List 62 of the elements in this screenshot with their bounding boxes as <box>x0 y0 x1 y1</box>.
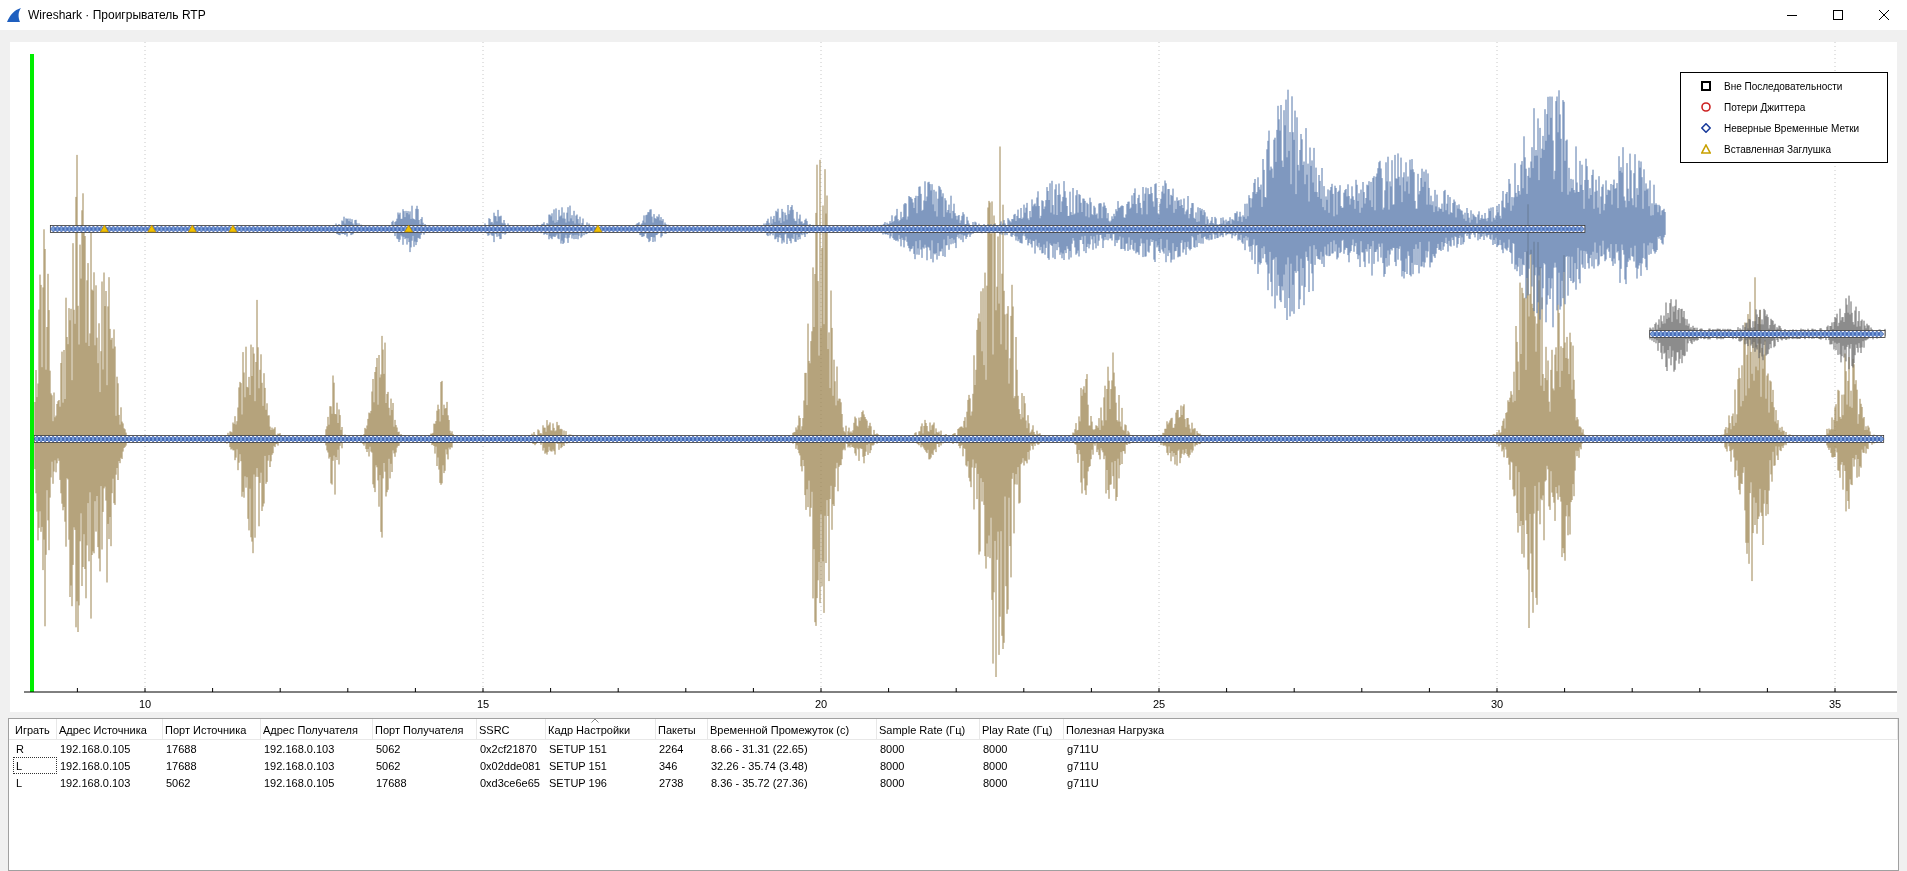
table-cell-text: g711U <box>1066 776 1100 791</box>
table-cell-text: 8000 <box>982 776 1009 791</box>
window-title: Wireshark · Проигрыватель RTP <box>28 8 206 22</box>
axis-tick-label: 15 <box>476 698 490 710</box>
axis-tick-label: 30 <box>1490 698 1504 710</box>
table-cell-text: 32.26 - 35.74 (3.48) <box>710 759 809 774</box>
table-cell-text: 8000 <box>879 742 906 757</box>
table-cell-text: 5062 <box>375 759 402 774</box>
column-header[interactable]: Кадр Настройки <box>546 719 656 739</box>
axis-tick-label: 10 <box>138 698 152 710</box>
table-cell-text: 2264 <box>658 742 685 757</box>
table-cell-text: 346 <box>658 759 679 774</box>
table-cell-text: 192.168.0.103 <box>263 759 336 774</box>
table-cell-text: SETUP 196 <box>548 776 608 791</box>
table-cell-text: 0x02dde081 <box>479 759 542 774</box>
shark-fin-icon <box>6 7 22 23</box>
column-header[interactable]: Пакеты <box>656 719 708 739</box>
table-cell-text: 8.66 - 31.31 (22.65) <box>710 742 809 757</box>
table-cell-text: 2738 <box>658 776 685 791</box>
column-header[interactable]: Адрес Получателя <box>261 719 373 739</box>
table-cell: L <box>13 757 57 774</box>
column-header[interactable]: Полезная Нагрузка <box>1064 719 1898 739</box>
table-cell-text: 192.168.0.103 <box>263 742 336 757</box>
table-cell-text: 192.168.0.105 <box>263 776 336 791</box>
column-header[interactable]: Порт Источника <box>163 719 261 739</box>
axis-tick-label: 25 <box>1152 698 1166 710</box>
column-header[interactable]: Временной Промежуток (с) <box>708 719 877 739</box>
column-header[interactable]: Sample Rate (Гц) <box>877 719 980 739</box>
table-cell-text: L <box>15 776 24 791</box>
column-header[interactable]: Адрес Источника <box>57 719 163 739</box>
axis-tick-label: 20 <box>814 698 828 710</box>
table-cell-text: 192.168.0.105 <box>59 742 132 757</box>
axis-tick-label: 35 <box>1828 698 1842 710</box>
table-cell-text: 192.168.0.103 <box>59 776 132 791</box>
table-cell-text: 17688 <box>165 759 198 774</box>
table-cell-text: g711U <box>1066 742 1100 757</box>
table-cell-text: 8.36 - 35.72 (27.36) <box>710 776 809 791</box>
table-cell-text: R <box>15 742 25 757</box>
table-cell-text: 8000 <box>879 776 906 791</box>
table-cell-text: 17688 <box>375 776 408 791</box>
legend-label: Потери Джиттера <box>1724 101 1806 113</box>
table-cell-text: 192.168.0.105 <box>59 759 132 774</box>
table-cell-text: 17688 <box>165 742 198 757</box>
table-cell-text: 5062 <box>165 776 192 791</box>
legend-label: Вставленная Заглушка <box>1724 143 1832 155</box>
table-cell-text: SETUP 151 <box>548 742 608 757</box>
close-icon <box>1879 10 1889 20</box>
table-cell-text: 8000 <box>879 759 906 774</box>
table-cell-text: g711U <box>1066 759 1100 774</box>
table-cell-text: 8000 <box>982 742 1009 757</box>
maximize-icon <box>1833 10 1843 20</box>
table-cell-text: 5062 <box>375 742 402 757</box>
column-header[interactable]: Играть <box>13 719 57 739</box>
legend-label: Вне Последовательности <box>1724 80 1843 92</box>
legend-label: Неверные Временные Метки <box>1724 122 1860 134</box>
table-cell-text: SETUP 151 <box>548 759 608 774</box>
table-cell-text: 0x2cf21870 <box>479 742 538 757</box>
column-header[interactable]: Порт Получателя <box>373 719 477 739</box>
column-header[interactable]: Play Rate (Гц) <box>980 719 1064 739</box>
column-header[interactable]: SSRC <box>477 719 546 739</box>
table-cell-text: 0xd3ce6e65 <box>479 776 541 791</box>
table-cell-text: 8000 <box>982 759 1009 774</box>
